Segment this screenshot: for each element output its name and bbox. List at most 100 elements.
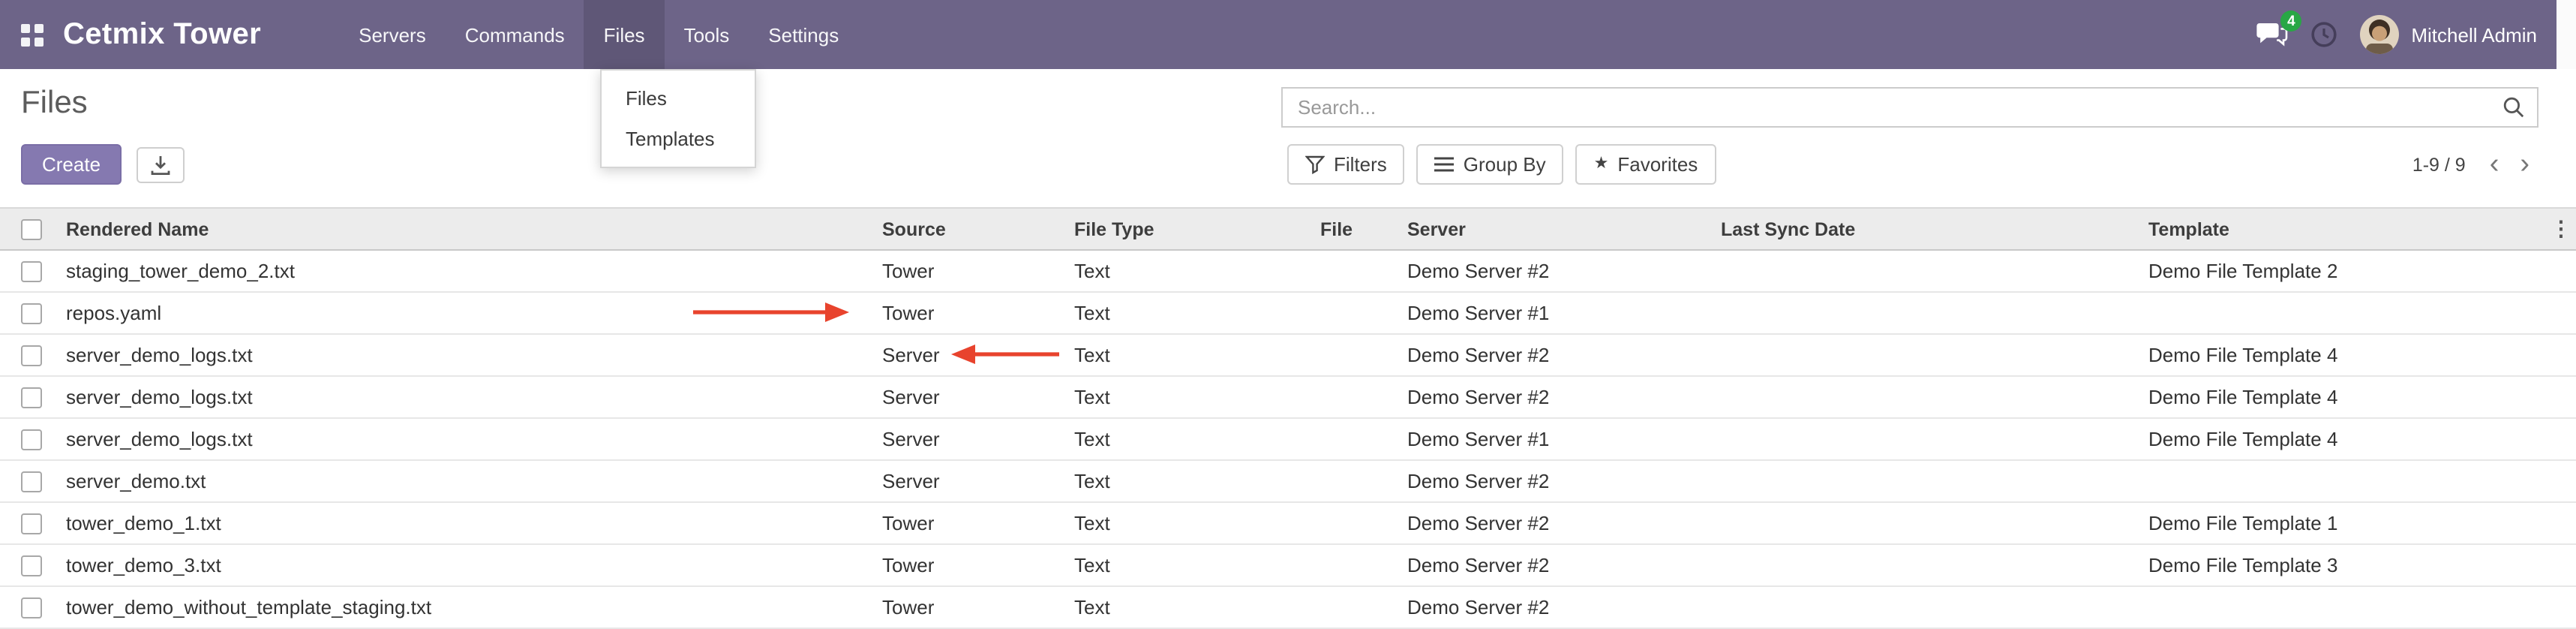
cell-source: Tower [876,502,1068,544]
col-server[interactable]: Server [1401,208,1715,250]
pager-next-icon[interactable]: › [2511,150,2538,179]
group-by-button[interactable]: Group By [1417,144,1564,185]
cell-source: Server [876,460,1068,502]
col-file[interactable]: File [1314,208,1401,250]
create-button[interactable]: Create [21,144,122,185]
col-last-sync-date[interactable]: Last Sync Date [1715,208,2142,250]
cell-template: Demo File Template 4 [2142,418,2550,460]
cell-last-sync-date [1715,250,2142,292]
table-row[interactable]: tower_demo_3.txt Tower Text Demo Server … [0,544,2576,586]
dropdown-item-files[interactable]: Files [602,78,755,119]
cell-rendered-name: tower_demo_1.txt [60,502,876,544]
cell-file [1314,418,1401,460]
cell-template: Demo File Template 4 [2142,376,2550,418]
main-menu: Servers Commands Files Tools Settings [339,0,858,69]
user-menu[interactable]: Mitchell Admin [2360,15,2537,54]
group-by-icon [1435,156,1455,173]
dropdown-item-templates[interactable]: Templates [602,119,755,159]
action-buttons: Create [21,144,185,185]
row-checkbox[interactable] [21,598,42,619]
row-checkbox[interactable] [21,556,42,577]
cell-source: Tower [876,250,1068,292]
search-icon[interactable] [2502,96,2537,119]
funnel-icon [1305,155,1325,174]
row-checkbox[interactable] [21,262,42,283]
cell-last-sync-date [1715,292,2142,334]
app-title: Cetmix Tower [63,17,261,52]
cell-file-type: Text [1068,544,1314,586]
cell-rendered-name: server_demo.txt [60,460,876,502]
cell-file-type: Text [1068,586,1314,628]
export-button[interactable] [137,146,185,182]
table-row[interactable]: tower_demo_without_template_staging.txt … [0,586,2576,628]
cell-rendered-name: server_demo_logs.txt [60,334,876,376]
table-row[interactable]: server_demo.txt Server Text Demo Server … [0,460,2576,502]
table-row[interactable]: server_demo_logs.txt Server Text Demo Se… [0,334,2576,376]
col-file-type[interactable]: File Type [1068,208,1314,250]
cell-template [2142,460,2550,502]
table-row[interactable]: tower_demo_1.txt Tower Text Demo Server … [0,502,2576,544]
cell-file [1314,502,1401,544]
cell-server: Demo Server #2 [1401,334,1715,376]
row-checkbox[interactable] [21,304,42,325]
star-icon: ★ [1594,156,1609,173]
table-row[interactable]: server_demo_logs.txt Server Text Demo Se… [0,418,2576,460]
messages-unread-badge: 4 [2280,11,2301,32]
pager: 1-9 / 9 ‹ › [2412,150,2538,179]
search-input[interactable] [1283,96,2502,119]
menu-item-commands[interactable]: Commands [446,0,584,69]
cell-last-sync-date [1715,334,2142,376]
cell-server: Demo Server #1 [1401,292,1715,334]
cell-template [2142,292,2550,334]
cell-server: Demo Server #2 [1401,250,1715,292]
activity-clock-icon[interactable] [2310,21,2337,48]
cell-server: Demo Server #2 [1401,460,1715,502]
cell-last-sync-date [1715,544,2142,586]
cell-server: Demo Server #2 [1401,586,1715,628]
cell-file-type: Text [1068,502,1314,544]
messages-icon[interactable]: 4 [2256,21,2288,48]
cell-last-sync-date [1715,376,2142,418]
favorites-button[interactable]: ★ Favorites [1576,144,1716,185]
col-rendered-name[interactable]: Rendered Name [60,208,876,250]
cell-file-type: Text [1068,418,1314,460]
table-header-row: Rendered Name Source File Type File Serv… [0,208,2576,250]
table-row[interactable]: repos.yaml Tower Text Demo Server #1 [0,292,2576,334]
cell-last-sync-date [1715,460,2142,502]
cell-template [2142,586,2550,628]
table-row[interactable]: staging_tower_demo_2.txt Tower Text Demo… [0,250,2576,292]
download-icon [150,154,171,175]
select-all-checkbox[interactable] [21,219,42,240]
row-checkbox[interactable] [21,514,42,535]
menu-item-servers[interactable]: Servers [339,0,446,69]
menu-item-settings[interactable]: Settings [749,0,858,69]
scrollbar-gutter [2556,0,2576,69]
filters-button[interactable]: Filters [1287,144,1405,185]
optional-columns-icon[interactable]: ⋮ [2550,216,2571,240]
files-list-table: Rendered Name Source File Type File Serv… [0,207,2576,629]
cell-rendered-name: server_demo_logs.txt [60,418,876,460]
row-checkbox[interactable] [21,430,42,451]
cell-server: Demo Server #1 [1401,418,1715,460]
cell-rendered-name: repos.yaml [60,292,876,334]
cell-file-type: Text [1068,376,1314,418]
search-options-row: Filters Group By ★ Favorites 1-9 / 9 ‹ › [1287,144,2538,185]
col-source[interactable]: Source [876,208,1068,250]
menu-item-files[interactable]: Files [584,0,665,69]
row-checkbox[interactable] [21,346,42,367]
table-row[interactable]: server_demo_logs.txt Server Text Demo Se… [0,376,2576,418]
cell-file-type: Text [1068,250,1314,292]
row-checkbox[interactable] [21,388,42,409]
cell-file [1314,334,1401,376]
pager-previous-icon[interactable]: ‹ [2481,150,2508,179]
cell-template: Demo File Template 1 [2142,502,2550,544]
cell-last-sync-date [1715,418,2142,460]
col-template[interactable]: Template [2142,208,2550,250]
cell-source: Server [876,418,1068,460]
row-checkbox[interactable] [21,472,42,493]
menu-item-tools[interactable]: Tools [665,0,749,69]
apps-grid-icon[interactable] [21,23,44,46]
cell-file [1314,544,1401,586]
cell-server: Demo Server #2 [1401,376,1715,418]
app-window: Cetmix Tower Servers Commands Files Tool… [0,0,2576,626]
